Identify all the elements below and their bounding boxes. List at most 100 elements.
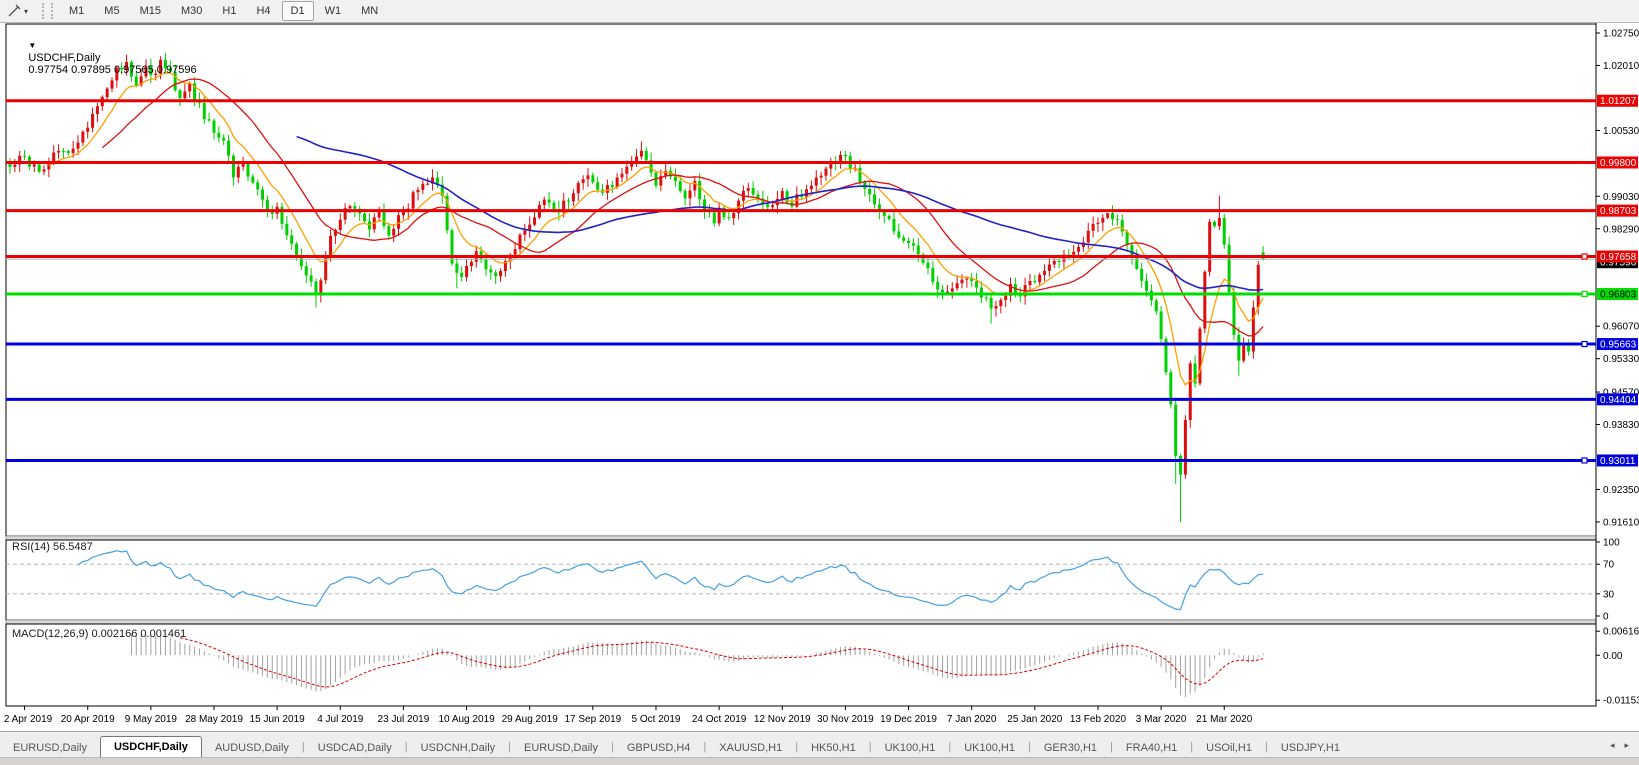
tab-eurusd-daily[interactable]: EURUSD,Daily xyxy=(0,738,100,759)
candle-body xyxy=(616,177,619,187)
candle-body xyxy=(1072,252,1075,255)
candle-body xyxy=(81,132,84,143)
candle-body xyxy=(752,188,755,195)
candle-body xyxy=(38,164,41,171)
tab-scroll-left-icon[interactable]: ◂ xyxy=(1610,740,1615,751)
candle-body xyxy=(824,169,827,176)
chart-canvas[interactable]: 1.027501.020101.005300.990300.982900.960… xyxy=(0,23,1639,731)
candle-body xyxy=(688,190,691,198)
candle-body xyxy=(596,182,599,189)
timeframe-button-d1[interactable]: D1 xyxy=(282,1,314,21)
level-line-handle[interactable] xyxy=(1582,254,1587,259)
chevron-down-icon[interactable]: ▾ xyxy=(24,7,34,16)
candle-body xyxy=(572,193,575,201)
level-price-label: 0.98703 xyxy=(1600,206,1637,217)
date-tick-label: 12 Nov 2019 xyxy=(754,714,811,725)
candle-body xyxy=(67,151,70,153)
candle-body xyxy=(178,90,181,98)
candle-body xyxy=(13,165,16,167)
pane-splitter[interactable] xyxy=(6,536,1596,540)
level-line-handle[interactable] xyxy=(1582,292,1587,297)
candle-body xyxy=(931,268,934,282)
tab-usdchf-daily[interactable]: USDCHF,Daily xyxy=(100,736,202,759)
candle-body xyxy=(72,149,75,153)
crosshair-icon[interactable] xyxy=(4,2,24,20)
tab-xauusd-h1[interactable]: XAUUSD,H1 xyxy=(706,738,795,759)
candle-body xyxy=(810,186,813,190)
timeframe-button-m30[interactable]: M30 xyxy=(172,1,211,21)
price-tick-label: 1.02750 xyxy=(1603,28,1639,39)
candle-body xyxy=(606,185,609,193)
symbol-dropdown-icon[interactable]: ▼ xyxy=(28,41,36,50)
candle-body xyxy=(994,306,997,308)
candle-body xyxy=(1150,291,1153,301)
candle-body xyxy=(1232,292,1235,335)
candle-body xyxy=(533,217,536,224)
chart-area[interactable]: 1.027501.020101.005300.990300.982900.960… xyxy=(0,23,1639,731)
tab-uk100-h1[interactable]: UK100,H1 xyxy=(951,738,1028,759)
candle-body xyxy=(261,189,264,199)
date-tick-label: 23 Jul 2019 xyxy=(378,714,430,725)
candle-body xyxy=(450,230,453,263)
tab-ger30-h1[interactable]: GER30,H1 xyxy=(1031,738,1110,759)
tab-eurusd-daily[interactable]: EURUSD,Daily xyxy=(511,738,611,759)
tab-scroll-right-icon[interactable]: ▸ xyxy=(1624,740,1629,751)
candle-body xyxy=(902,238,905,241)
candle-body xyxy=(33,164,36,166)
level-price-label: 0.95663 xyxy=(1600,340,1637,351)
candle-body xyxy=(339,220,342,230)
timeframe-button-h4[interactable]: H4 xyxy=(247,1,279,21)
tab-usdcnh-daily[interactable]: USDCNH,Daily xyxy=(408,738,509,759)
candle-body xyxy=(494,272,497,276)
candle-body xyxy=(1111,213,1114,219)
candle-body xyxy=(1174,405,1177,456)
tab-usdcad-daily[interactable]: USDCAD,Daily xyxy=(305,738,405,759)
candle-body xyxy=(1223,218,1226,245)
candle-body xyxy=(620,174,623,178)
level-line-handle[interactable] xyxy=(1582,458,1587,463)
candle-body xyxy=(76,143,79,149)
date-tick-label: 28 May 2019 xyxy=(185,714,243,725)
timeframe-button-m15[interactable]: M15 xyxy=(131,1,170,21)
candle-body xyxy=(106,89,109,98)
terminal-window: ▾ M1M5M15M30H1H4D1W1MN 1.027501.020101.0… xyxy=(0,0,1639,765)
level-line-handle[interactable] xyxy=(1582,342,1587,347)
candle-body xyxy=(96,106,99,114)
candle-body xyxy=(625,167,628,174)
timeframe-button-w1[interactable]: W1 xyxy=(316,1,351,21)
candle-body xyxy=(455,264,458,273)
candle-body xyxy=(183,91,186,98)
timeframe-button-h1[interactable]: H1 xyxy=(213,1,245,21)
rsi-indicator-label: RSI(14) 56.5487 xyxy=(12,541,93,553)
candle-body xyxy=(960,280,963,284)
date-tick-label: 13 Feb 2020 xyxy=(1070,714,1127,725)
tab-audusd-daily[interactable]: AUDUSD,Daily xyxy=(202,738,302,759)
tab-gbpusd-h4[interactable]: GBPUSD,H4 xyxy=(614,738,704,759)
candle-body xyxy=(222,138,225,141)
timeframe-button-m5[interactable]: M5 xyxy=(95,1,128,21)
timeframe-button-m1[interactable]: M1 xyxy=(60,1,93,21)
tab-usoil-h1[interactable]: USOil,H1 xyxy=(1193,738,1265,759)
candle-body xyxy=(1058,261,1061,262)
candle-body xyxy=(781,191,784,199)
candle-body xyxy=(402,212,405,215)
timeframe-button-mn[interactable]: MN xyxy=(352,1,387,21)
level-price-label: 0.93011 xyxy=(1600,456,1636,467)
candle-body xyxy=(1213,222,1216,226)
rsi-pane-frame xyxy=(6,540,1596,620)
tab-usdjpy-h1[interactable]: USDJPY,H1 xyxy=(1268,738,1353,759)
candle-body xyxy=(693,181,696,190)
tab-hk50-h1[interactable]: HK50,H1 xyxy=(798,738,869,759)
pane-splitter[interactable] xyxy=(6,620,1596,624)
rsi-tick-label: 30 xyxy=(1603,589,1615,600)
date-tick-label: 3 Mar 2020 xyxy=(1136,714,1187,725)
date-tick-label: 29 Aug 2019 xyxy=(502,714,559,725)
candle-body xyxy=(868,189,871,195)
price-axis[interactable]: 1.027501.020101.005300.990300.982900.960… xyxy=(1596,28,1639,706)
level-price-label: 0.94404 xyxy=(1600,395,1637,406)
date-tick-label: 20 Apr 2019 xyxy=(61,714,115,725)
tab-uk100-h1[interactable]: UK100,H1 xyxy=(872,738,949,759)
candle-body xyxy=(985,298,988,299)
date-axis[interactable]: 2 Apr 201920 Apr 20199 May 201928 May 20… xyxy=(4,706,1253,725)
tab-fra40-h1[interactable]: FRA40,H1 xyxy=(1113,738,1190,759)
